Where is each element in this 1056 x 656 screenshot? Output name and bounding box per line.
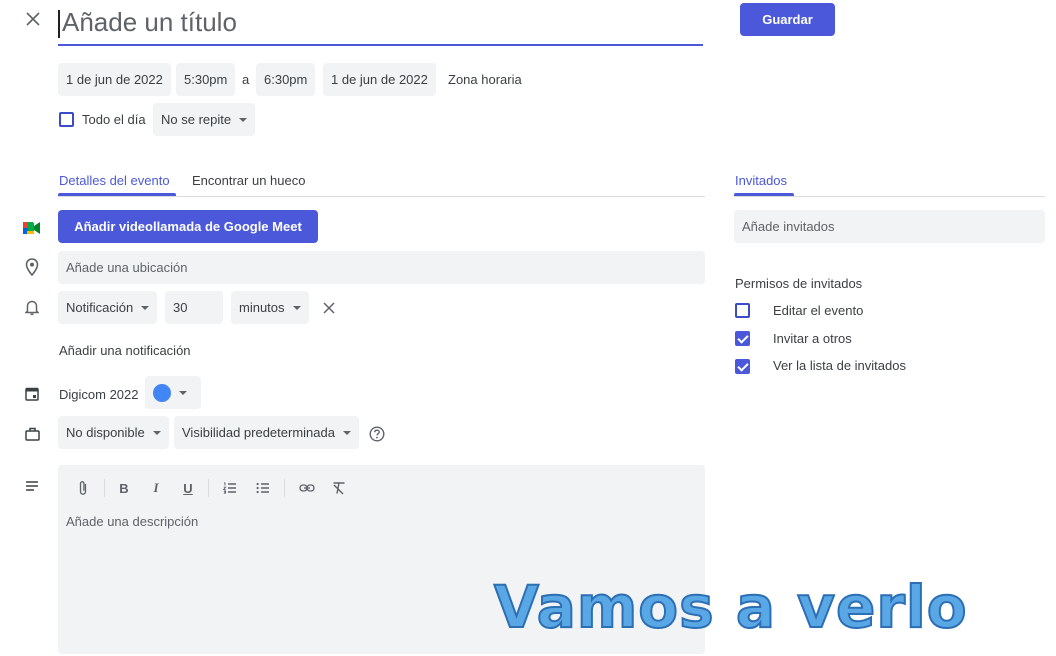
start-time-label: 5:30pm <box>184 72 228 87</box>
chevron-down-icon <box>342 430 351 435</box>
bold-icon[interactable]: B <box>113 477 135 499</box>
permission-checkbox-invite[interactable] <box>735 331 750 346</box>
notification-type-value: Notificación <box>66 300 134 315</box>
underline-icon[interactable]: U <box>177 477 199 499</box>
notification-unit-dropdown[interactable]: minutos <box>231 291 309 324</box>
tab-find-slot[interactable]: Encontrar un hueco <box>192 173 305 188</box>
chevron-down-icon <box>152 430 161 435</box>
google-meet-icon <box>22 218 42 238</box>
guests-divider <box>734 196 1045 197</box>
add-guests-input[interactable]: Añade invitados <box>734 210 1045 243</box>
availability-dropdown[interactable]: No disponible <box>58 416 169 449</box>
permission-checkbox-edit[interactable] <box>735 303 750 318</box>
permission-label-edit: Editar el evento <box>773 303 864 318</box>
description-placeholder: Añade una descripción <box>66 514 199 529</box>
clear-format-icon[interactable] <box>328 477 350 499</box>
calendar-color-dropdown[interactable] <box>145 376 201 409</box>
visibility-dropdown[interactable]: Visibilidad predeterminada <box>174 416 359 449</box>
calendar-icon <box>22 383 42 403</box>
tab-event-details[interactable]: Detalles del evento <box>59 173 170 188</box>
calendar-name: Digicom 2022 <box>59 387 139 402</box>
remove-notification-icon[interactable] <box>318 297 340 319</box>
notification-amount-value: 30 <box>173 300 188 315</box>
location-pin-icon <box>22 257 42 277</box>
permission-label-invite: Invitar a otros <box>773 331 852 346</box>
time-separator: a <box>242 72 250 87</box>
bell-icon <box>22 297 42 317</box>
bulleted-list-icon[interactable] <box>252 477 274 499</box>
all-day-label: Todo el día <box>82 112 146 127</box>
tab-guests[interactable]: Invitados <box>735 173 787 188</box>
calendar-color-dot <box>153 383 171 402</box>
notification-amount-input[interactable]: 30 <box>165 291 223 324</box>
toolbar-separator <box>104 479 105 497</box>
guest-permissions-title: Permisos de invitados <box>735 276 863 291</box>
chevron-down-icon <box>239 117 248 122</box>
title-placeholder: Añade un título <box>62 7 237 37</box>
start-date-chip[interactable]: 1 de jun de 2022 <box>58 63 171 96</box>
notification-unit-value: minutos <box>239 300 285 315</box>
chevron-down-icon <box>179 390 187 395</box>
save-button[interactable]: Guardar <box>740 3 835 36</box>
italic-icon[interactable]: I <box>145 477 167 499</box>
title-input[interactable]: Añade un título <box>58 2 703 46</box>
end-date-label: 1 de jun de 2022 <box>331 72 428 87</box>
permission-label-see-list: Ver la lista de invitados <box>773 358 906 373</box>
add-meet-label: Añadir videollamada de Google Meet <box>74 219 302 234</box>
permission-checkbox-see-list[interactable] <box>735 359 750 374</box>
add-guests-placeholder: Añade invitados <box>742 219 835 234</box>
briefcase-icon <box>22 424 42 444</box>
timezone-link[interactable]: Zona horaria <box>448 72 522 87</box>
description-icon <box>22 476 42 496</box>
attach-icon[interactable] <box>72 477 94 499</box>
end-time-chip[interactable]: 6:30pm <box>256 63 316 96</box>
end-time-label: 6:30pm <box>264 72 308 87</box>
location-placeholder: Añade una ubicación <box>66 260 188 275</box>
visibility-value: Visibilidad predeterminada <box>182 425 335 440</box>
chevron-down-icon <box>141 305 150 310</box>
chevron-down-icon <box>292 305 301 310</box>
tabs-divider <box>58 196 705 197</box>
close-icon[interactable] <box>22 8 44 30</box>
all-day-checkbox[interactable] <box>59 112 74 127</box>
start-time-chip[interactable]: 5:30pm <box>176 63 236 96</box>
availability-value: No disponible <box>66 425 145 440</box>
add-meet-button[interactable]: Añadir videollamada de Google Meet <box>58 210 318 243</box>
location-input[interactable]: Añade una ubicación <box>58 251 705 284</box>
toolbar-separator <box>284 479 285 497</box>
repeat-dropdown[interactable]: No se repite <box>153 103 256 136</box>
repeat-value: No se repite <box>161 112 232 127</box>
add-notification-link[interactable]: Añadir una notificación <box>59 343 191 358</box>
link-icon[interactable] <box>296 477 318 499</box>
numbered-list-icon[interactable] <box>219 477 241 499</box>
notification-type-dropdown[interactable]: Notificación <box>58 291 158 324</box>
toolbar-separator <box>208 479 209 497</box>
save-button-label: Guardar <box>762 12 813 27</box>
overlay-caption: Vamos a verlo <box>493 572 968 642</box>
start-date-label: 1 de jun de 2022 <box>66 72 163 87</box>
end-date-chip[interactable]: 1 de jun de 2022 <box>323 63 436 96</box>
help-icon[interactable] <box>367 424 387 444</box>
